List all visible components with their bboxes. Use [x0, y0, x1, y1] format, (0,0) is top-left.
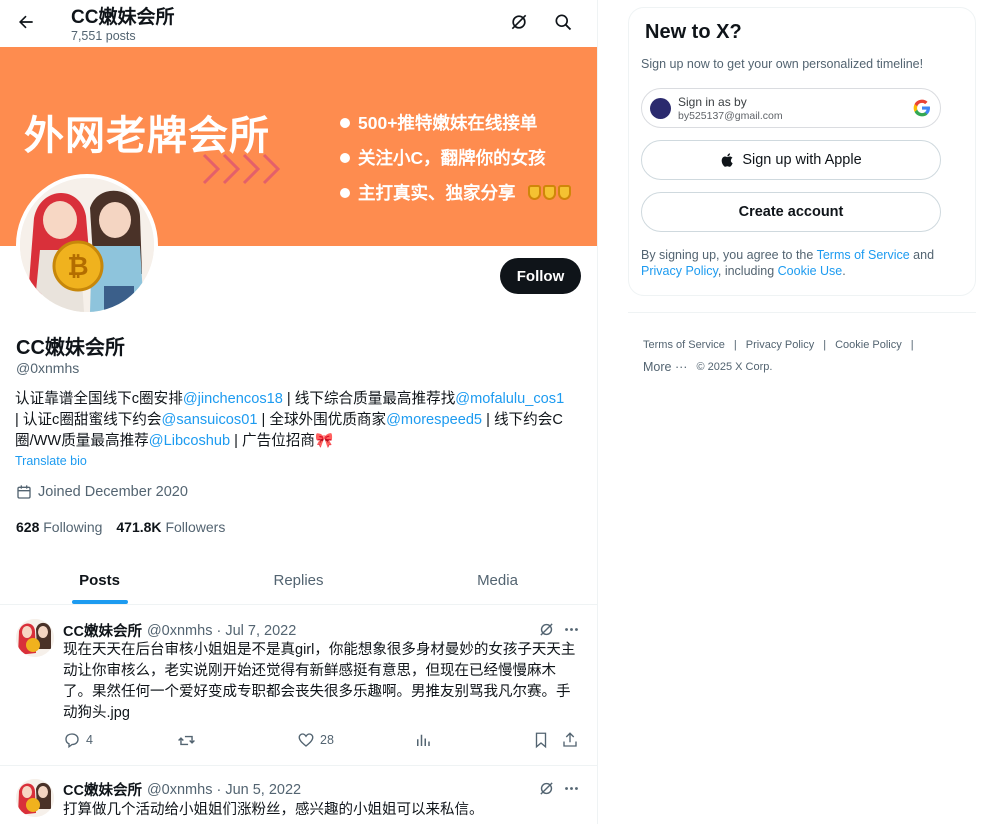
bio-text: | 全球外围优质商家 [257, 412, 387, 428]
bio-mention-link[interactable]: @sansuicos01 [162, 412, 258, 428]
google-account-avatar [650, 98, 671, 119]
signup-title: New to X? [645, 21, 742, 43]
post-header: CC嫩妹会所 @0xnmhs · Jun 5, 2022 [63, 779, 301, 800]
reply-button[interactable]: 4 [63, 731, 93, 749]
share-icon [563, 732, 577, 747]
footer-terms-link[interactable]: Terms of Service [643, 339, 725, 351]
header-title: CC嫩妹会所 [71, 7, 175, 28]
create-account-button[interactable]: Create account [641, 192, 941, 232]
heart-icon [298, 733, 314, 747]
main-column: CC嫩妹会所 7,551 posts 外网老牌会所 500+推特嫩妹在线接单 关… [0, 0, 598, 824]
cookie-use-link[interactable]: Cookie Use [778, 264, 843, 278]
apple-icon [722, 153, 733, 167]
more-options-icon[interactable] [559, 617, 583, 641]
post-avatar[interactable] [16, 779, 54, 817]
profile-bio: 认证靠谱全国线下c圈安排@jinchencos18 | 线下综合质量最高推荐找@… [15, 389, 585, 452]
like-count: 28 [320, 733, 334, 747]
banner-line: 主打真实、独家分享 [340, 175, 571, 210]
post-item[interactable]: CC嫩妹会所 @0xnmhs · Jun 5, 2022 打算做几个活动给小姐姐… [0, 766, 597, 824]
back-arrow-icon[interactable] [10, 6, 42, 38]
profile-avatar[interactable]: ₿ [16, 174, 158, 316]
chevrons-graphic [202, 153, 281, 185]
profile-name: CC嫩妹会所 [16, 337, 125, 359]
google-logo-icon [913, 99, 930, 117]
reply-count: 4 [86, 733, 93, 747]
grok-icon[interactable] [504, 7, 534, 37]
translate-bio-link[interactable]: Translate bio [15, 454, 87, 468]
like-button[interactable]: 28 [297, 731, 334, 749]
privacy-policy-link[interactable]: Privacy Policy [641, 264, 718, 278]
profile-header: CC嫩妹会所 7,551 posts [0, 0, 597, 47]
post-author-name[interactable]: CC嫩妹会所 [63, 779, 142, 800]
reply-icon [65, 733, 79, 749]
following-link[interactable]: 628 Following [16, 519, 102, 535]
post-avatar[interactable] [16, 619, 54, 657]
bookmark-button[interactable] [532, 731, 550, 749]
banner-line: 500+推特嫩妹在线接单 [340, 105, 571, 140]
joined-text: Joined December 2020 [38, 484, 188, 500]
signup-panel: New to X? Sign up now to get your own pe… [628, 7, 976, 296]
svg-text:₿: ₿ [67, 251, 88, 281]
bio-text: | 认证c圈甜蜜线下约会 [15, 412, 162, 428]
pointing-hands-icon [527, 185, 571, 200]
bio-text: | 广告位招商🎀 [230, 433, 334, 449]
bio-mention-link[interactable]: @mofalulu_cos1 [455, 391, 564, 407]
sidebar: New to X? Sign up now to get your own pe… [598, 0, 985, 824]
repost-button[interactable] [177, 731, 196, 750]
bio-text: 认证靠谱全国线下c圈安排 [15, 391, 183, 407]
follow-button[interactable]: Follow [500, 258, 581, 294]
post-count: 7,551 posts [71, 29, 136, 43]
signup-subtitle: Sign up now to get your own personalized… [641, 57, 924, 71]
profile-handle: @0xnmhs [16, 360, 80, 376]
terms-text: By signing up, you agree to the Terms of… [641, 248, 935, 278]
apple-signup-label: Sign up with Apple [742, 152, 862, 168]
footer-privacy-link[interactable]: Privacy Policy [746, 339, 814, 351]
google-signin-label: Sign in as by [678, 95, 747, 109]
post-actions: 4 28 [63, 731, 583, 755]
more-dots-icon: ··· [674, 360, 688, 374]
profile-tabs: Posts Replies Media [0, 557, 597, 605]
tab-replies[interactable]: Replies [199, 557, 398, 604]
views-button[interactable] [414, 731, 432, 749]
repost-icon [178, 735, 195, 746]
search-icon[interactable] [548, 7, 578, 37]
sidebar-divider [628, 312, 976, 313]
tab-media[interactable]: Media [398, 557, 597, 604]
banner-lines: 500+推特嫩妹在线接单 关注小C，翻牌你的女孩 主打真实、独家分享 [340, 105, 571, 210]
bio-mention-link[interactable]: @jinchencos18 [183, 391, 283, 407]
views-chart-icon [417, 734, 430, 746]
copyright: © 2025 X Corp. [696, 361, 773, 373]
footer-more-button[interactable]: More ··· [643, 360, 687, 374]
terms-of-service-link[interactable]: Terms of Service [817, 248, 910, 262]
signup-apple-button[interactable]: Sign up with Apple [641, 140, 941, 180]
footer-links: Terms of Service | Privacy Policy | Cookie… [643, 339, 914, 374]
post-header: CC嫩妹会所 @0xnmhs · Jul 7, 2022 [63, 620, 296, 641]
bio-mention-link[interactable]: @morespeed5 [386, 412, 482, 428]
calendar-icon [17, 485, 31, 499]
bio-text: | 线下综合质量最高推荐找 [282, 391, 456, 407]
tab-posts[interactable]: Posts [0, 557, 199, 604]
banner-line: 关注小C，翻牌你的女孩 [340, 140, 571, 175]
google-signin-button[interactable]: Sign in as by by525137@gmail.com [641, 88, 941, 128]
google-account-email: by525137@gmail.com [678, 110, 783, 122]
post-text: 打算做几个活动给小姐姐们涨粉丝，感兴趣的小姐姐可以来私信。 [63, 802, 484, 818]
share-button[interactable] [561, 731, 579, 749]
post-meta[interactable]: @0xnmhs · Jun 5, 2022 [147, 782, 301, 798]
follow-stats: 628 Following 471.8K Followers [16, 519, 225, 535]
grok-icon[interactable] [534, 617, 558, 641]
post-item[interactable]: CC嫩妹会所 @0xnmhs · Jul 7, 2022 现在天天在后台审核小姐… [0, 606, 597, 766]
followers-link[interactable]: 471.8K Followers [116, 519, 225, 535]
joined-date: Joined December 2020 [16, 484, 188, 500]
post-author-name[interactable]: CC嫩妹会所 [63, 620, 142, 641]
grok-icon[interactable] [534, 776, 558, 800]
bio-mention-link[interactable]: @Libcoshub [149, 433, 230, 449]
bookmark-icon [535, 732, 547, 749]
post-meta[interactable]: @0xnmhs · Jul 7, 2022 [147, 623, 296, 639]
more-options-icon[interactable] [559, 776, 583, 800]
post-text: 现在天天在后台审核小姐姐是不是真girl，你能想象很多身材曼妙的女孩子天天主动让… [63, 642, 576, 721]
footer-cookie-link[interactable]: Cookie Policy [835, 339, 902, 351]
